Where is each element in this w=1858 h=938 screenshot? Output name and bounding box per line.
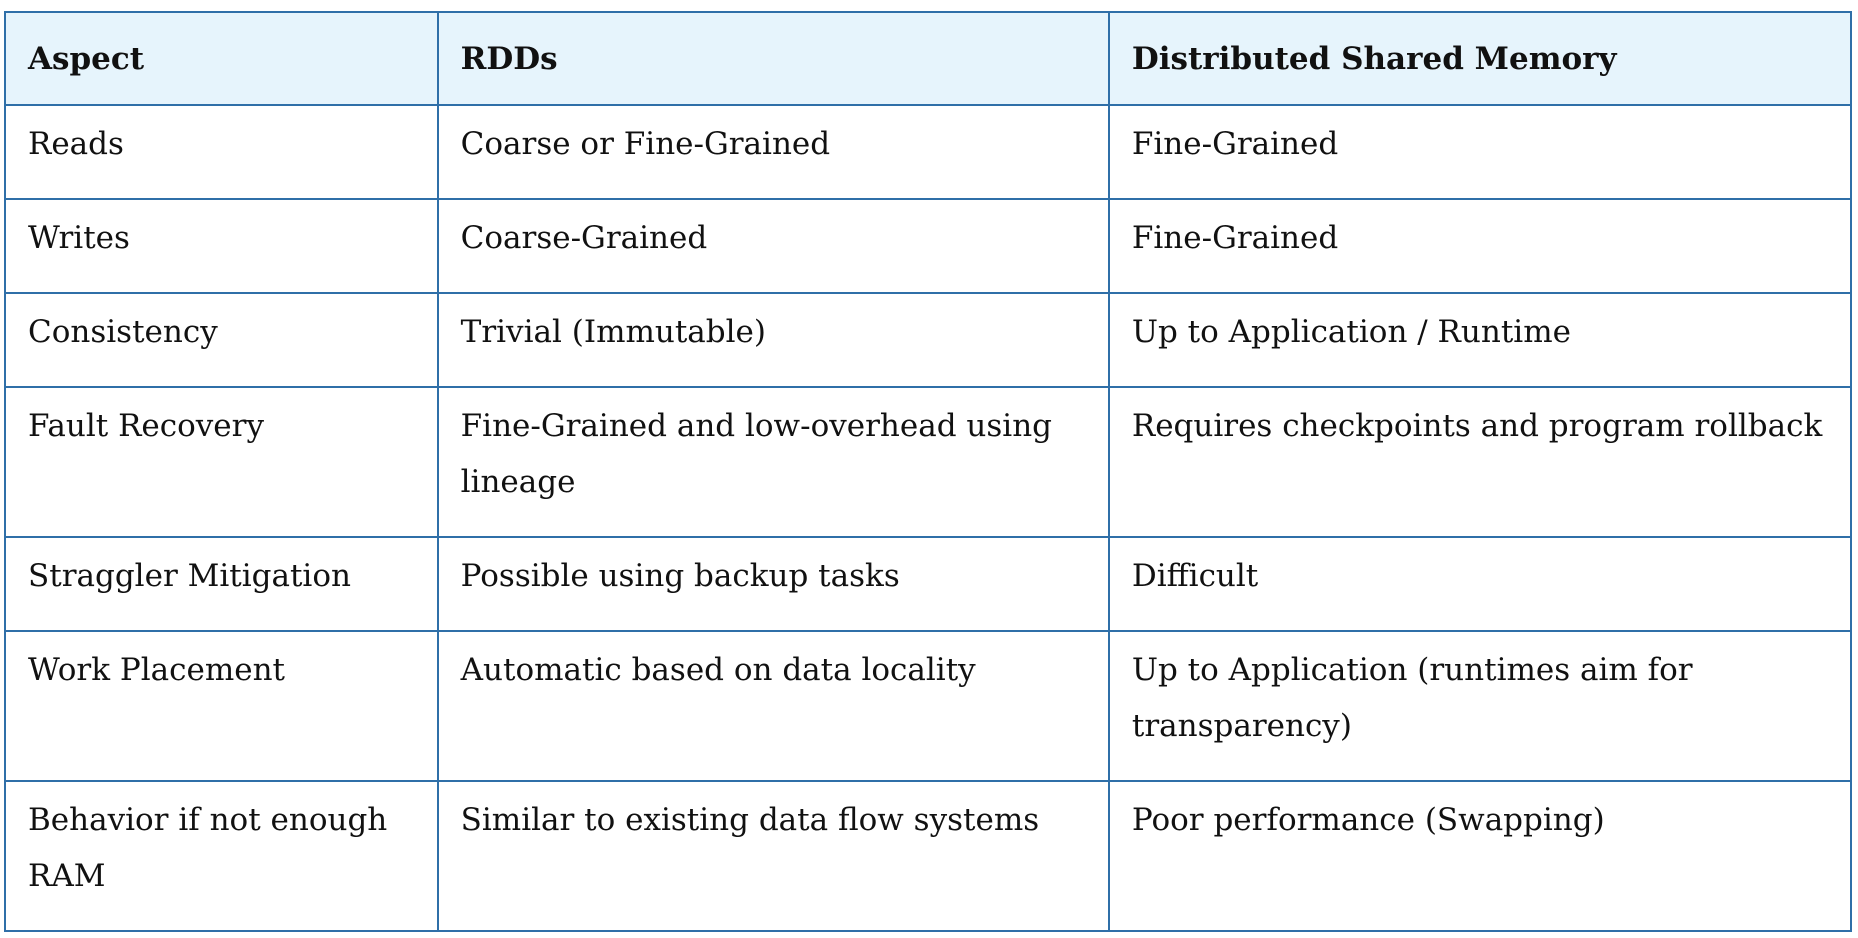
rdds-cell: Similar to existing data flow systems [436,780,1110,932]
aspect-cell: Fault Recovery [4,386,439,538]
aspect-cell: Work Placement [4,630,439,782]
table-row: Reads Coarse or Fine-Grained Fine-Grained [4,104,1853,200]
header-row: Aspect RDDs Distributed Shared Memory [4,11,1853,106]
rdds-cell: Possible using backup tasks [436,536,1110,632]
dsm-cell: Difficult [1107,536,1853,632]
dsm-cell: Fine-Grained [1107,104,1853,200]
rdds-cell: Coarse-Grained [436,198,1110,294]
table-row: Fault Recovery Fine-Grained and low-overh… [4,386,1853,538]
rdds-cell: Fine-Grained and low-overhead using line… [436,386,1110,538]
aspect-cell: Straggler Mitigation [4,536,439,632]
aspect-cell: Reads [4,104,439,200]
table-row: Straggler Mitigation Possible using backu… [4,536,1853,632]
header-dsm: Distributed Shared Memory [1107,11,1853,106]
table-row: Behavior if not enough RAM Similar to exi… [4,780,1853,932]
dsm-cell: Up to Application / Runtime [1107,292,1853,388]
aspect-cell: Writes [4,198,439,294]
dsm-cell: Up to Application (runtimes aim for tran… [1107,630,1853,782]
aspect-cell: Behavior if not enough RAM [4,780,439,932]
comparison-table: Aspect RDDs Distributed Shared Memory Re… [4,11,1853,932]
header-aspect: Aspect [4,11,439,106]
rdds-cell: Coarse or Fine-Grained [436,104,1110,200]
dsm-cell: Fine-Grained [1107,198,1853,294]
header-rdds: RDDs [436,11,1110,106]
table-row: Writes Coarse-Grained Fine-Grained [4,198,1853,294]
table-row: Work Placement Automatic based on data lo… [4,630,1853,782]
rdds-cell: Trivial (Immutable) [436,292,1110,388]
dsm-cell: Poor performance (Swapping) [1107,780,1853,932]
rdds-cell: Automatic based on data locality [436,630,1110,782]
aspect-cell: Consistency [4,292,439,388]
dsm-cell: Requires checkpoints and program rollbac… [1107,386,1853,538]
table-row: Consistency Trivial (Immutable) Up to Appl… [4,292,1853,388]
